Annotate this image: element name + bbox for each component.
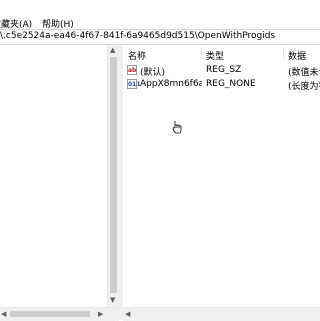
list-horizontal-scrollbar[interactable]: ◀ [123,307,320,321]
column-header-data[interactable]: 数据 [288,49,306,62]
value-type: REG_SZ [206,65,242,75]
column-header-name[interactable]: 名称 [128,49,146,62]
key-tree-pane[interactable]: ▲ ▼ ◀ ▶ [0,45,119,321]
menu-bar: 收藏夹(A) 帮助(H) [0,0,320,30]
column-divider[interactable] [283,47,284,60]
tree-horizontal-scroll-thumb[interactable] [10,311,90,317]
scroll-up-arrow-icon[interactable]: ▲ [110,47,115,54]
scroll-left-arrow-icon[interactable]: ◀ [125,311,130,318]
value-data: (长度为零 [288,82,320,92]
value-type: REG_NONE [206,79,256,89]
value-row[interactable]: 011 AppX8mn6f6a... REG_NONE (长度为零 [123,79,320,92]
string-value-icon: ab [127,65,137,75]
tree-horizontal-scrollbar[interactable]: ◀ ▶ [0,307,119,321]
scroll-left-arrow-icon[interactable]: ◀ [1,311,6,318]
value-name: AppX8mn6f6a... [140,79,202,89]
value-list-pane: 名称 类型 数据 ab (默认) REG_SZ (数值未设 011 AppX8m… [123,45,320,321]
binary-value-icon: 011 [127,79,141,89]
address-path: \.c5e2524a-ea46-4f67-841f-6a9465d9d515\O… [0,31,276,41]
address-bar[interactable]: \.c5e2524a-ea46-4f67-841f-6a9465d9d515\O… [0,29,320,45]
value-name: (默认) [140,68,166,78]
value-row[interactable]: ab (默认) REG_SZ (数值未设 [123,65,320,78]
scroll-down-arrow-icon[interactable]: ▼ [110,297,115,304]
scroll-right-arrow-icon[interactable]: ▶ [98,311,103,318]
column-header-type[interactable]: 类型 [206,49,224,62]
hand-cursor-icon [172,121,182,134]
list-header: 名称 类型 数据 [123,45,320,62]
value-data: (数值未设 [288,68,320,78]
tree-vertical-scroll-thumb[interactable] [110,57,117,293]
column-divider[interactable] [201,47,202,60]
tree-vertical-scrollbar[interactable]: ▲ ▼ [107,45,119,307]
